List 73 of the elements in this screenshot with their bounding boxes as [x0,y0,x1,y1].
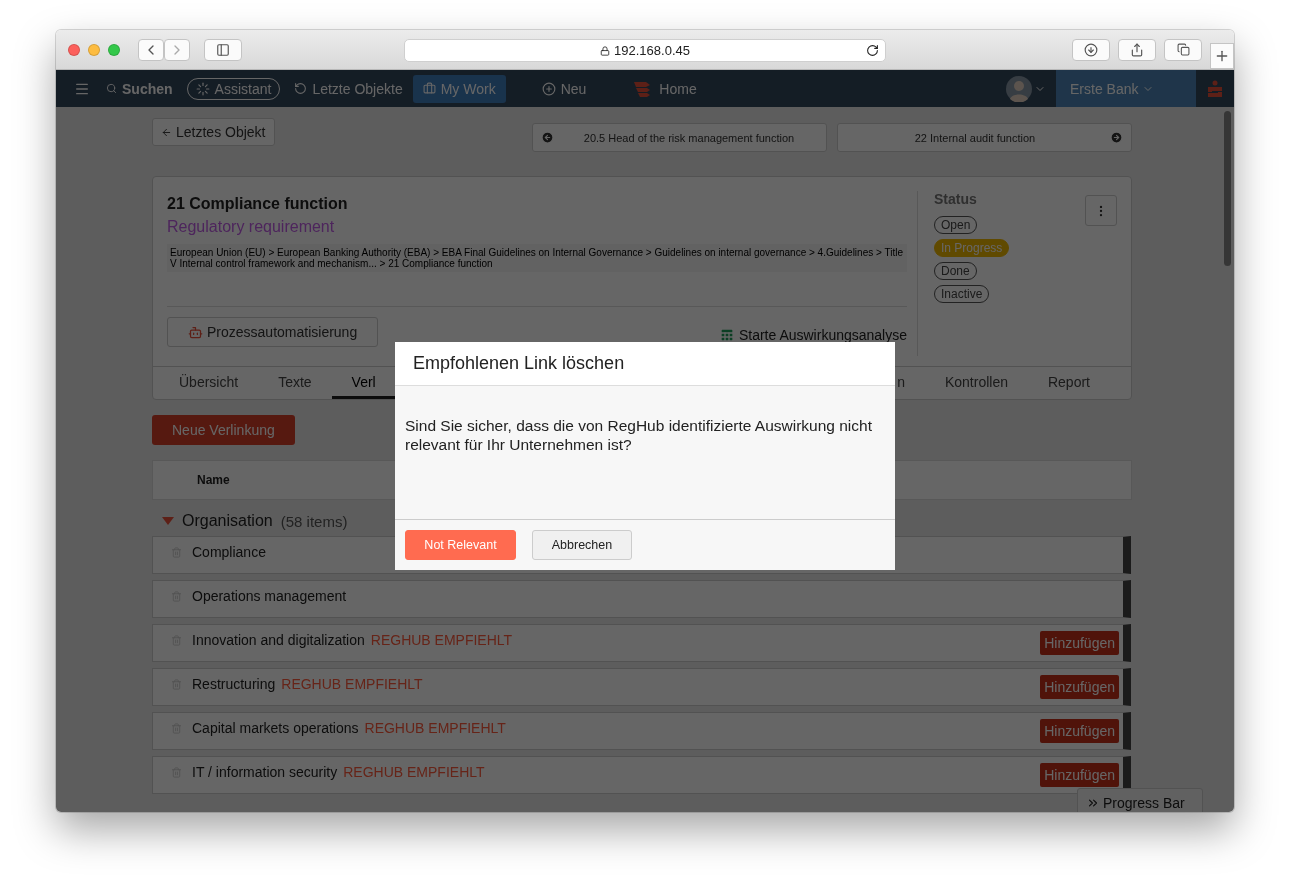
robot-icon [188,324,203,340]
tabs-button[interactable] [1164,38,1202,61]
arrow-left-icon [541,131,554,144]
nav-item[interactable]: Home [622,74,707,103]
address-bar[interactable]: 192.168.0.45 [404,39,886,62]
share-icon [1130,42,1144,57]
status-chip[interactable]: Inactive [934,285,990,303]
breadcrumb: European Union (EU) > European Banking Authority (EBA) > EBA Final Guidelines on Internal Governance > Guidelines on internal governance > 4.Guidelines > Title V Internal control framework and mechanism... > 21 Compliance function [167,244,907,272]
back-link-button[interactable]: Letztes Objekt [152,118,275,146]
nav-item[interactable]: Suchen [96,74,183,103]
add-button[interactable]: Hinzufügen [1040,631,1119,655]
tab[interactable]: Texte [258,367,332,399]
record-type: Regulatory requirement [167,218,335,236]
forward-button[interactable] [164,38,190,61]
bank-logo-icon [1207,79,1223,98]
briefcase-icon [422,82,436,95]
tab[interactable]: Kontrollen [924,367,1028,399]
tab[interactable]: Report [1027,367,1110,399]
search-icon [106,83,117,94]
zoom-window-button[interactable] [108,43,120,56]
row-name: Compliance [192,544,266,560]
lock-icon [600,45,611,56]
progress-bar-button[interactable]: Progress Bar [1077,788,1203,812]
nav-item[interactable]: Letzte Objekte [284,74,413,103]
record-title: 21 Compliance function [167,195,349,213]
previous-item-link[interactable]: 20.5 Head of the risk management function [532,123,827,152]
arrow-left-icon [161,126,172,138]
row-name: Restructuring REGHUB EMPFIEHLT [192,676,423,692]
more-options-button[interactable] [1085,195,1117,226]
minimize-window-button[interactable] [88,43,100,56]
avatar-icon[interactable] [1006,75,1032,102]
column-header: Name [197,473,230,487]
dialog-title: Empfohlenen Link löschen [413,353,625,374]
row-name: Capital markets operations REGHUB EMPFIEHLT [192,720,506,736]
caret-icon[interactable] [162,517,174,525]
confirm-button[interactable]: Not Relevant [405,530,516,560]
status-chip[interactable]: Open [934,216,978,234]
tabs-icon [1176,43,1190,56]
sidebar-button[interactable] [204,38,242,61]
dialog-message: Sind Sie sicher, dass die von RegHub identifizierte Auswirkung nicht relevant für Ihr Unternehmen ist? [405,416,873,454]
new-tab-button[interactable] [1210,42,1234,69]
url-text: 192.168.0.45 [614,43,690,58]
add-button[interactable]: Hinzufügen [1040,763,1119,787]
close-window-button[interactable] [68,43,80,56]
add-button[interactable]: Hinzufügen [1040,675,1119,699]
nav-item[interactable]: My Work [412,74,506,103]
automation-button[interactable]: Prozessautomatisierung [167,317,379,347]
spinner-icon [195,81,210,96]
download-icon [1084,42,1098,57]
row-name: Operations management [192,588,347,604]
tab[interactable]: Übersicht [159,367,259,399]
cancel-button[interactable]: Abbrechen [532,530,632,560]
sidebar-icon [216,42,230,57]
group-count: (58 items) [280,512,348,530]
double-chevron-icon [1086,796,1100,810]
download-button[interactable] [1072,38,1110,61]
organization-selector[interactable]: Erste Bank [1056,70,1196,107]
reload-icon[interactable] [866,44,879,57]
status-chip[interactable]: Done [934,262,977,280]
row-name: Innovation and digitalization REGHUB EMPFIEHLT [192,632,513,648]
row-name: IT / information security REGHUB EMPFIEHLT [192,764,485,780]
new-link-button[interactable]: Neue Verlinkung [152,415,295,445]
scrollbar-thumb[interactable] [1223,111,1231,266]
back-button[interactable] [138,38,164,61]
impact-analysis-link[interactable]: Starte Auswirkungsanalyse [718,327,907,343]
group-label: Organisation [182,512,273,530]
history-icon [294,82,308,95]
share-button[interactable] [1118,38,1156,61]
next-item-link[interactable]: 22 Internal audit function [837,123,1132,152]
arrow-right-icon [1110,131,1123,144]
nav-item[interactable]: Neu [531,74,597,103]
add-button[interactable]: Hinzufügen [1040,719,1119,743]
plus-icon [541,81,556,96]
